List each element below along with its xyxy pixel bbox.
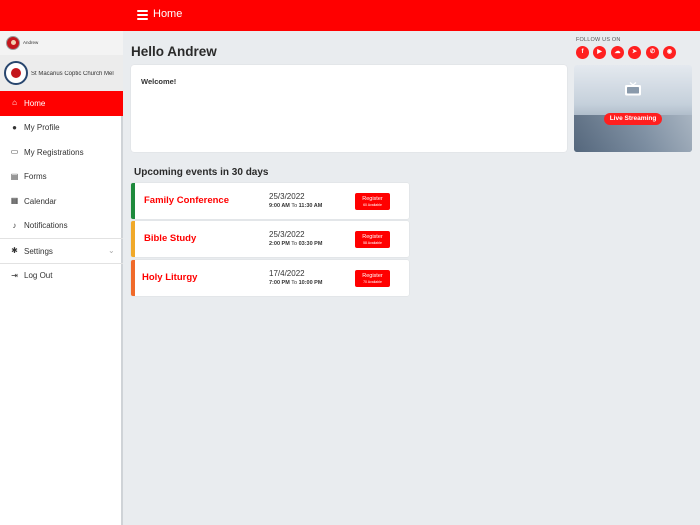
form-icon: ▤	[10, 171, 19, 181]
event-date: 25/3/2022	[269, 192, 305, 201]
sidebar-item-label: My Registrations	[24, 147, 84, 157]
gear-icon: ✱	[11, 246, 18, 255]
event-time: 9:00 AM To 11:30 AM	[269, 203, 323, 209]
event-color-bar	[131, 183, 135, 219]
facebook-icon[interactable]: f	[576, 46, 589, 59]
register-button[interactable]: Register 70 Available	[355, 270, 390, 287]
church-logo	[4, 61, 28, 85]
event-card[interactable]: Family Conference 25/3/2022 9:00 AM To 1…	[131, 183, 409, 219]
event-name: Holy Liturgy	[142, 272, 198, 283]
user-icon: ●	[12, 122, 17, 132]
sidebar-item-forms[interactable]: ▤ Forms	[0, 165, 123, 190]
home-icon: ⌂	[12, 98, 17, 107]
available-count: 60 Available	[363, 202, 382, 207]
sidebar-item-log-out[interactable]: ⇥ Log Out	[0, 262, 123, 288]
top-app-bar: Home	[0, 0, 700, 31]
register-button[interactable]: Register 58 Available	[355, 231, 390, 248]
sidebar-item-label: Settings	[24, 246, 53, 256]
live-streaming-button[interactable]: Live Streaming	[604, 113, 662, 125]
event-color-bar	[131, 260, 135, 296]
telegram-icon[interactable]: ➤	[628, 46, 641, 59]
sidebar-item-home[interactable]: ⌂ Home	[0, 91, 123, 116]
bell-icon: ♪	[12, 220, 17, 230]
event-color-bar	[131, 221, 135, 257]
event-date: 17/4/2022	[269, 269, 305, 278]
sidebar-item-label: Home	[24, 98, 46, 108]
welcome-text: Welcome!	[141, 77, 177, 86]
youtube-icon[interactable]: ▶	[593, 46, 606, 59]
sidebar-item-label: Log Out	[24, 271, 53, 280]
event-card[interactable]: Bible Study 25/3/2022 2:00 PM To 03:30 P…	[131, 221, 409, 257]
sidebar-item-label: Calendar	[24, 196, 57, 206]
sidebar-item-settings[interactable]: ✱ Settings ⌄	[0, 238, 123, 263]
calendar-icon: ▦	[10, 196, 19, 205]
sidebar-item-label: Notifications	[24, 221, 68, 230]
soundcloud-icon[interactable]: ☁	[611, 46, 624, 59]
register-button[interactable]: Register 60 Available	[355, 193, 390, 210]
sidebar-item-notifications[interactable]: ♪ Notifications	[0, 214, 123, 239]
available-count: 58 Available	[363, 240, 382, 245]
sidebar: Andrew St Macarius Coptic Church Mel ⌂ H…	[0, 31, 123, 525]
hamburger-menu-icon[interactable]	[137, 10, 148, 20]
sidebar-item-my-registrations[interactable]: ▭ My Registrations	[0, 140, 123, 165]
event-time: 2:00 PM To 03:30 PM	[269, 241, 323, 247]
sidebar-item-my-profile[interactable]: ● My Profile	[0, 116, 123, 141]
sidebar-item-label: My Profile	[24, 123, 60, 132]
event-time: 7:00 PM To 10:00 PM	[269, 280, 323, 286]
greeting-heading: Hello Andrew	[131, 44, 217, 59]
avatar	[6, 36, 20, 50]
website-icon[interactable]: ◉	[663, 46, 676, 59]
sidebar-nav: ⌂ Home ● My Profile ▭ My Registrations ▤…	[0, 91, 123, 287]
church-row[interactable]: St Macarius Coptic Church Mel	[0, 55, 123, 91]
available-count: 70 Available	[363, 279, 382, 284]
welcome-card: Welcome!	[131, 65, 567, 152]
event-name: Bible Study	[144, 233, 197, 244]
live-streaming-card[interactable]: Live Streaming	[574, 65, 692, 152]
church-name: St Macarius Coptic Church Mel	[31, 71, 114, 77]
id-card-icon: ▭	[10, 147, 19, 156]
sidebar-item-calendar[interactable]: ▦ Calendar	[0, 189, 123, 214]
sidebar-item-label: Forms	[24, 172, 47, 181]
whatsapp-icon[interactable]: ✆	[646, 46, 659, 59]
events-heading: Upcoming events in 30 days	[134, 167, 269, 178]
tv-icon	[625, 82, 641, 96]
follow-us-label: FOLLOW US ON	[576, 37, 621, 43]
event-card[interactable]: Holy Liturgy 17/4/2022 7:00 PM To 10:00 …	[131, 260, 409, 296]
user-name: Andrew	[23, 40, 39, 45]
page-title: Home	[153, 8, 183, 20]
event-name: Family Conference	[144, 195, 229, 206]
user-row[interactable]: Andrew	[0, 31, 123, 55]
chevron-down-icon: ⌄	[108, 246, 115, 255]
logout-icon: ⇥	[11, 270, 18, 280]
event-date: 25/3/2022	[269, 230, 305, 239]
